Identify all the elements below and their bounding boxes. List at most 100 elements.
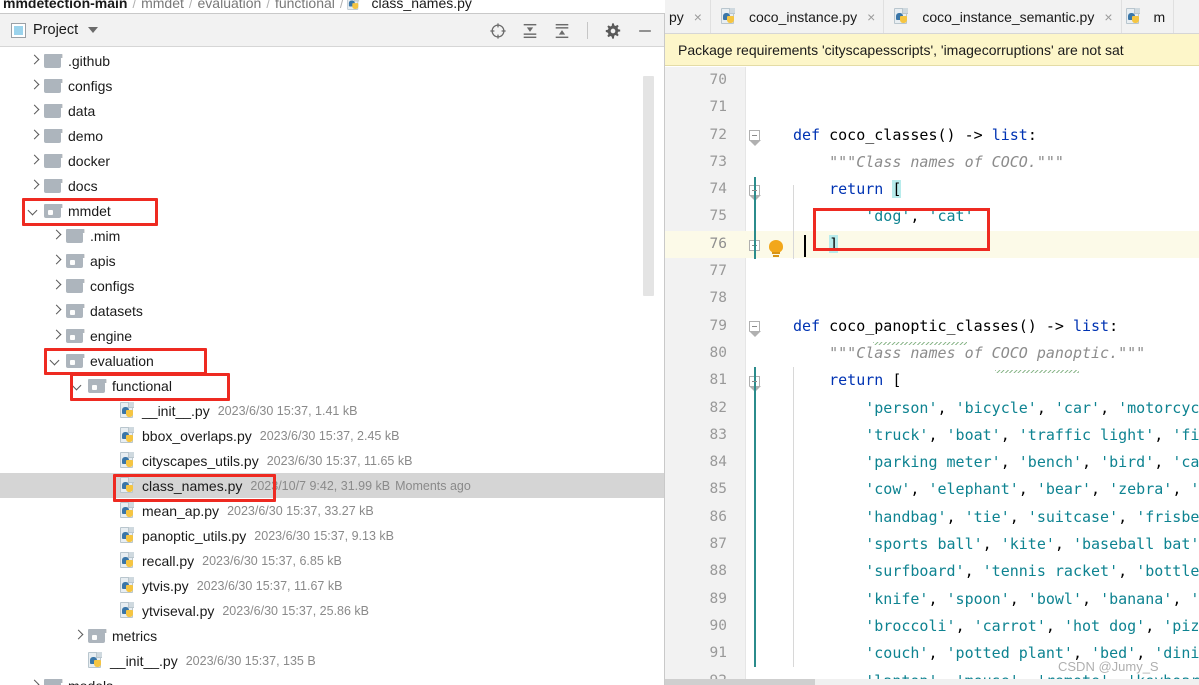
code-line[interactable]: 72 def coco_classes() -> list: [665, 122, 1199, 149]
tree-folder-row[interactable]: configs [0, 273, 664, 298]
tree-item-label: demo [68, 127, 104, 144]
tree-folder-row[interactable]: .mim [0, 223, 664, 248]
tree-file-row[interactable]: ytvis.py 2023/6/30 15:37, 11.67 kB [0, 573, 664, 598]
folder-icon [66, 228, 85, 243]
editor-tab[interactable]: m [1122, 0, 1175, 33]
code-line[interactable]: 88 'surfboard', 'tennis racket', 'bottle [665, 558, 1199, 585]
tree-folder-row[interactable]: functional [0, 373, 664, 398]
code-line[interactable]: 86 'handbag', 'tie', 'suitcase', 'frisbe [665, 504, 1199, 531]
close-icon[interactable]: × [1104, 9, 1112, 25]
tree-folder-row[interactable]: metrics [0, 623, 664, 648]
project-file-tree[interactable]: .github configs data demo docker docs mmdet .mi… [0, 48, 664, 685]
chevron-right-icon[interactable] [50, 230, 61, 241]
chevron-down-icon[interactable] [72, 380, 83, 391]
tree-file-row[interactable]: panoptic_utils.py 2023/6/30 15:37, 9.13 k… [0, 523, 664, 548]
fold-marker-line-79[interactable] [749, 321, 761, 337]
tree-folder-row[interactable]: demo [0, 123, 664, 148]
python-package-folder-icon [44, 678, 63, 685]
tree-file-row[interactable]: __init__.py 2023/6/30 15:37, 1.41 kB [0, 398, 664, 423]
code-line[interactable]: 90 'broccoli', 'carrot', 'hot dog', 'piz [665, 613, 1199, 640]
code-line[interactable]: 75 'dog', 'cat' [665, 203, 1199, 230]
tree-file-row[interactable]: mean_ap.py 2023/6/30 15:37, 33.27 kB [0, 498, 664, 523]
chevron-right-icon[interactable] [28, 55, 39, 66]
minimize-icon[interactable] [636, 22, 654, 40]
tree-file-row[interactable]: bbox_overlaps.py 2023/6/30 15:37, 2.45 kB [0, 423, 664, 448]
project-panel-title-group[interactable]: Project [0, 22, 99, 38]
chevron-right-icon[interactable] [50, 330, 61, 341]
chevron-right-icon[interactable] [28, 155, 39, 166]
code-line[interactable]: 89 'knife', 'spoon', 'bowl', 'banana', ' [665, 586, 1199, 613]
scrollbar-thumb[interactable] [665, 679, 815, 685]
chevron-right-icon[interactable] [28, 130, 39, 141]
code-line[interactable]: 81 return [ [665, 367, 1199, 394]
tree-file-row[interactable]: recall.py 2023/6/30 15:37, 6.85 kB [0, 548, 664, 573]
chevron-right-icon[interactable] [28, 180, 39, 191]
close-icon[interactable]: × [694, 9, 702, 25]
code-line[interactable]: 71 [665, 94, 1199, 121]
breadcrumb-separator: / [132, 0, 137, 11]
tree-folder-row[interactable]: datasets [0, 298, 664, 323]
tree-folder-row[interactable]: configs [0, 73, 664, 98]
code-line[interactable]: 85 'cow', 'elephant', 'bear', 'zebra', ' [665, 476, 1199, 503]
code-line[interactable]: 70 [665, 67, 1199, 94]
chevron-right-icon[interactable] [50, 280, 61, 291]
chevron-right-icon[interactable] [28, 80, 39, 91]
chevron-down-icon[interactable] [88, 27, 99, 33]
tree-folder-row[interactable]: engine [0, 323, 664, 348]
locate-target-icon[interactable] [489, 22, 507, 40]
breadcrumb-item-evaluation[interactable]: evaluation [195, 0, 265, 11]
chevron-right-icon[interactable] [72, 630, 83, 641]
code-content-area[interactable]: 70 71 72 def coco_classes() -> list: 73 """C… [665, 67, 1199, 685]
editor-tab[interactable]: py × [665, 0, 711, 33]
chevron-right-icon[interactable] [28, 680, 39, 685]
tree-file-row[interactable]: __init__.py 2023/6/30 15:37, 135 B [0, 648, 664, 673]
chevron-right-icon[interactable] [28, 105, 39, 116]
breadcrumb-item-file[interactable]: class_names.py [346, 0, 472, 12]
chevron-down-icon[interactable] [28, 205, 39, 216]
tree-folder-row[interactable]: evaluation [0, 348, 664, 373]
code-line[interactable]: 87 'sports ball', 'kite', 'baseball bat' [665, 531, 1199, 558]
tree-folder-row[interactable]: models [0, 673, 664, 685]
tree-folder-row[interactable]: data [0, 98, 664, 123]
code-line[interactable]: 83 'truck', 'boat', 'traffic light', 'fi [665, 422, 1199, 449]
code-lines[interactable]: 70 71 72 def coco_classes() -> list: 73 """C… [665, 67, 1199, 685]
tree-folder-row[interactable]: docker [0, 148, 664, 173]
code-line[interactable]: 78 [665, 285, 1199, 312]
lightbulb-icon[interactable] [769, 240, 784, 257]
tree-folder-row[interactable]: mmdet [0, 198, 664, 223]
code-editor: py × coco_instance.py × coco_instance_semant… [665, 0, 1199, 685]
breadcrumb-item-functional[interactable]: functional [272, 0, 338, 11]
breadcrumb-item-mmdet[interactable]: mmdet [138, 0, 187, 11]
tree-folder-row[interactable]: docs [0, 173, 664, 198]
close-icon[interactable]: × [867, 9, 875, 25]
chevron-right-icon[interactable] [50, 305, 61, 316]
code-line[interactable]: 74 return [ [665, 176, 1199, 203]
chevron-right-icon[interactable] [50, 255, 61, 266]
tree-folder-row[interactable]: apis [0, 248, 664, 273]
code-line[interactable]: 77 [665, 258, 1199, 285]
editor-tab-label: m [1153, 8, 1166, 25]
tree-file-row[interactable]: cityscapes_utils.py 2023/6/30 15:37, 11.6… [0, 448, 664, 473]
editor-horizontal-scrollbar[interactable] [665, 679, 1199, 685]
tree-folder-row[interactable]: .github [0, 48, 664, 73]
expand-all-icon[interactable] [521, 22, 539, 40]
code-line[interactable]: 76 ] [665, 230, 1199, 259]
code-line[interactable]: 91 'couch', 'potted plant', 'bed', 'dini [665, 640, 1199, 667]
chevron-down-icon[interactable] [50, 355, 61, 366]
code-line[interactable]: 73 """Class names of COCO.""" [665, 149, 1199, 176]
python-file-icon [120, 602, 136, 619]
code-line[interactable]: 84 'parking meter', 'bench', 'bird', 'ca [665, 449, 1199, 476]
package-requirements-notification[interactable]: Package requirements 'cityscapesscripts'… [665, 34, 1199, 66]
gear-icon[interactable] [604, 22, 622, 40]
tree-file-row[interactable]: ytviseval.py 2023/6/30 15:37, 25.86 kB [0, 598, 664, 623]
fold-marker-line-72[interactable] [749, 130, 761, 146]
code-line[interactable]: 79 def coco_panoptic_classes() -> list: [665, 313, 1199, 340]
editor-tab[interactable]: coco_instance_semantic.py × [884, 0, 1122, 33]
editor-tab[interactable]: coco_instance.py × [711, 0, 885, 33]
code-line[interactable]: 82 'person', 'bicycle', 'car', 'motorcyc [665, 395, 1199, 422]
project-panel-scrollbar[interactable] [643, 76, 654, 296]
collapse-all-icon[interactable] [553, 22, 571, 40]
breadcrumb-item-project[interactable]: mmdetection-main [0, 0, 130, 11]
line-number: 86 [709, 508, 727, 525]
tree-file-row[interactable]: class_names.py 2023/10/7 9:42, 31.99 kB Mo… [0, 473, 664, 498]
